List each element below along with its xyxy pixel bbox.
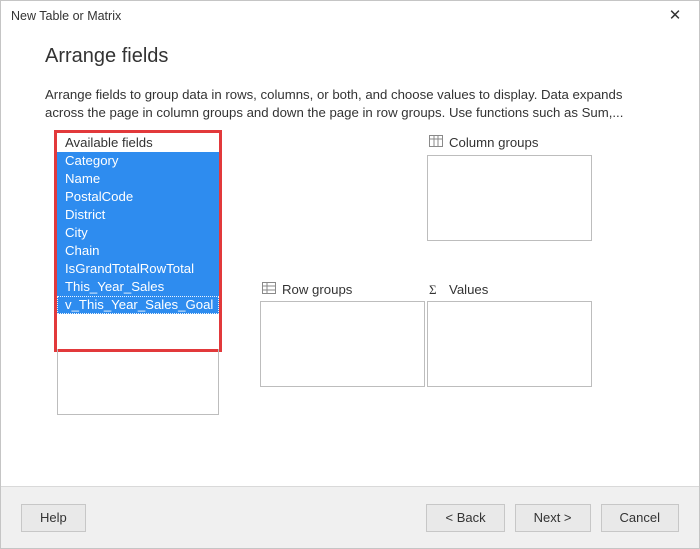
row-groups-icon <box>262 282 276 294</box>
values-dropzone[interactable] <box>427 301 592 387</box>
available-fields-panel: Available fields Category Name PostalCod… <box>57 133 219 349</box>
page-description: Arrange fields to group data in rows, co… <box>45 86 655 123</box>
field-arrangement-area: Available fields Category Name PostalCod… <box>45 133 655 433</box>
cancel-button[interactable]: Cancel <box>601 504 679 532</box>
field-item[interactable]: v_This_Year_Sales_Goal <box>57 296 219 314</box>
values-label: Values <box>449 282 488 297</box>
dialog-content: Arrange fields Arrange fields to group d… <box>1 31 699 433</box>
available-fields-list-ext[interactable] <box>57 349 219 415</box>
sigma-icon: Σ <box>429 282 437 298</box>
field-item[interactable]: Chain <box>57 242 219 260</box>
page-heading: Arrange fields <box>45 45 655 68</box>
field-item[interactable]: Category <box>57 152 219 170</box>
field-item[interactable]: District <box>57 206 219 224</box>
available-fields-label: Available fields <box>57 133 219 152</box>
values-icon: Σ <box>429 282 437 298</box>
field-item[interactable]: IsGrandTotalRowTotal <box>57 260 219 278</box>
help-button[interactable]: Help <box>21 504 86 532</box>
available-fields-list[interactable]: Category Name PostalCode District City C… <box>57 152 219 314</box>
column-groups-dropzone[interactable] <box>427 155 592 241</box>
row-groups-label: Row groups <box>282 282 352 297</box>
window-title: New Table or Matrix <box>11 9 121 23</box>
field-item[interactable]: This_Year_Sales <box>57 278 219 296</box>
back-button[interactable]: < Back <box>426 504 504 532</box>
column-groups-icon <box>429 135 443 147</box>
title-bar: New Table or Matrix ✕ <box>1 1 699 31</box>
next-button[interactable]: Next > <box>515 504 591 532</box>
column-groups-label: Column groups <box>449 135 538 150</box>
dialog-footer: Help < Back Next > Cancel <box>1 486 699 548</box>
field-item[interactable]: City <box>57 224 219 242</box>
field-item[interactable]: PostalCode <box>57 188 219 206</box>
field-item[interactable]: Name <box>57 170 219 188</box>
close-button[interactable]: ✕ <box>661 2 689 30</box>
row-groups-dropzone[interactable] <box>260 301 425 387</box>
